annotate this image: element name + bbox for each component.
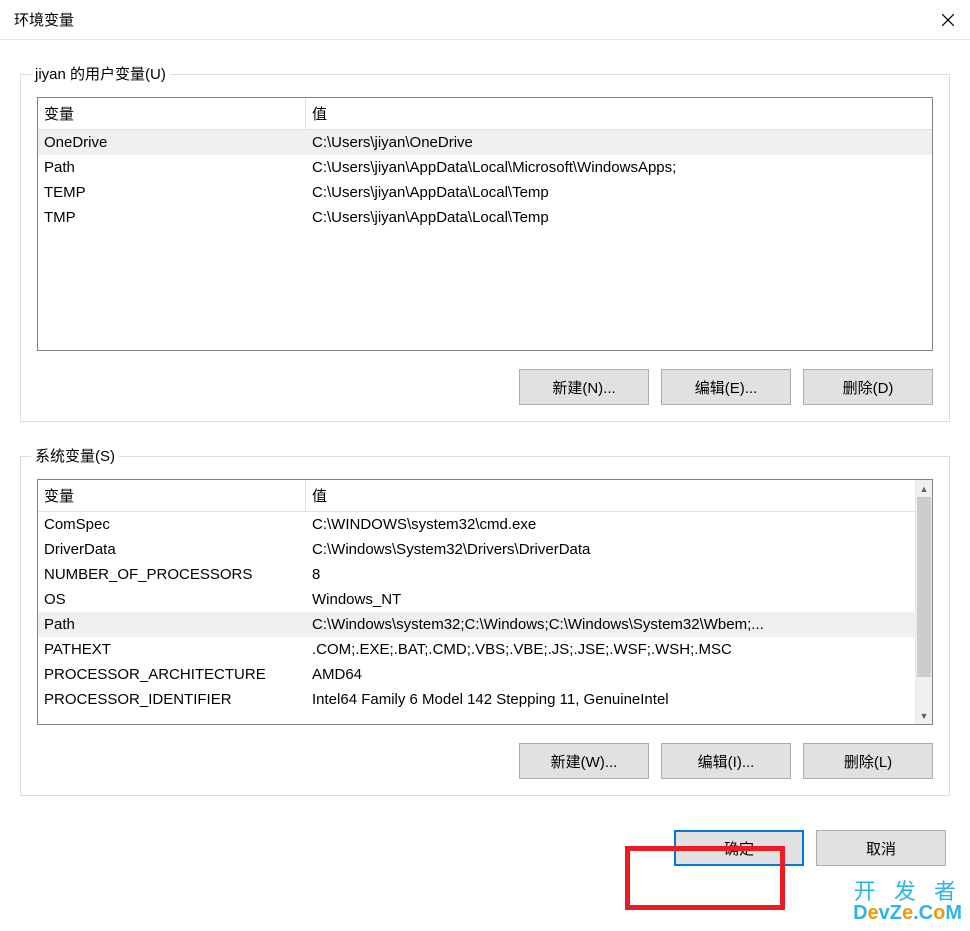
cell-variable: OS (38, 587, 306, 612)
cell-value: Windows_NT (306, 587, 915, 612)
dialog-buttons-row: 确定 取消 (20, 830, 950, 866)
scrollbar-thumb[interactable] (917, 497, 931, 677)
user-delete-button[interactable]: 删除(D) (803, 369, 933, 405)
cell-variable: TEMP (38, 180, 306, 205)
table-row[interactable]: PathC:\Users\jiyan\AppData\Local\Microso… (38, 155, 932, 180)
column-variable[interactable]: 变量 (38, 480, 306, 512)
cell-variable: PATHEXT (38, 637, 306, 662)
list-header: 变量 值 (38, 480, 932, 512)
scrollbar[interactable]: ▲ ▼ (915, 480, 932, 724)
table-row[interactable]: PROCESSOR_ARCHITECTUREAMD64 (38, 662, 915, 687)
dialog-content: jiyan 的用户变量(U) 变量 值 OneDriveC:\Users\jiy… (0, 40, 970, 886)
titlebar: 环境变量 (0, 0, 970, 40)
user-variables-group: jiyan 的用户变量(U) 变量 值 OneDriveC:\Users\jiy… (20, 74, 950, 422)
close-button[interactable] (925, 0, 970, 40)
system-variables-list[interactable]: 变量 值 ComSpecC:\WINDOWS\system32\cmd.exeD… (37, 479, 933, 725)
cell-variable: Path (38, 155, 306, 180)
cell-variable: TMP (38, 205, 306, 230)
ok-button[interactable]: 确定 (674, 830, 804, 866)
cell-value: Intel64 Family 6 Model 142 Stepping 11, … (306, 687, 915, 712)
table-row[interactable]: ComSpecC:\WINDOWS\system32\cmd.exe (38, 512, 915, 537)
list-header: 变量 值 (38, 98, 932, 130)
table-row[interactable]: OneDriveC:\Users\jiyan\OneDrive (38, 130, 932, 155)
table-row[interactable]: OSWindows_NT (38, 587, 915, 612)
system-variables-group: 系统变量(S) 变量 值 ComSpecC:\WINDOWS\system32\… (20, 456, 950, 796)
cell-variable: Path (38, 612, 306, 637)
user-buttons-row: 新建(N)... 编辑(E)... 删除(D) (37, 369, 933, 405)
cell-value: AMD64 (306, 662, 915, 687)
cancel-button[interactable]: 取消 (816, 830, 946, 866)
system-delete-button[interactable]: 删除(L) (803, 743, 933, 779)
system-new-button[interactable]: 新建(W)... (519, 743, 649, 779)
cell-value: C:\Users\jiyan\AppData\Local\Temp (306, 205, 932, 230)
cell-value: C:\Windows\System32\Drivers\DriverData (306, 537, 915, 562)
cell-value: 8 (306, 562, 915, 587)
column-variable[interactable]: 变量 (38, 98, 306, 130)
watermark: 开 发 者 DevZe.CoM (853, 881, 962, 923)
table-row[interactable]: NUMBER_OF_PROCESSORS8 (38, 562, 915, 587)
column-value[interactable]: 值 (306, 480, 932, 512)
cell-variable: OneDrive (38, 130, 306, 155)
cell-value: .COM;.EXE;.BAT;.CMD;.VBS;.VBE;.JS;.JSE;.… (306, 637, 915, 662)
cell-variable: PROCESSOR_ARCHITECTURE (38, 662, 306, 687)
user-edit-button[interactable]: 编辑(E)... (661, 369, 791, 405)
cell-value: C:\Users\jiyan\AppData\Local\Temp (306, 180, 932, 205)
column-value[interactable]: 值 (306, 98, 932, 130)
cell-variable: DriverData (38, 537, 306, 562)
table-row[interactable]: TMPC:\Users\jiyan\AppData\Local\Temp (38, 205, 932, 230)
table-row[interactable]: PathC:\Windows\system32;C:\Windows;C:\Wi… (38, 612, 915, 637)
table-row[interactable]: PATHEXT.COM;.EXE;.BAT;.CMD;.VBS;.VBE;.JS… (38, 637, 915, 662)
table-row[interactable]: DriverDataC:\Windows\System32\Drivers\Dr… (38, 537, 915, 562)
system-buttons-row: 新建(W)... 编辑(I)... 删除(L) (37, 743, 933, 779)
cell-variable: PROCESSOR_IDENTIFIER (38, 687, 306, 712)
system-variables-label: 系统变量(S) (31, 445, 119, 466)
table-row[interactable]: PROCESSOR_IDENTIFIERIntel64 Family 6 Mod… (38, 687, 915, 712)
cell-value: C:\Users\jiyan\OneDrive (306, 130, 932, 155)
cell-variable: NUMBER_OF_PROCESSORS (38, 562, 306, 587)
close-icon (942, 14, 954, 26)
system-edit-button[interactable]: 编辑(I)... (661, 743, 791, 779)
scroll-up-icon[interactable]: ▲ (916, 480, 932, 497)
cell-value: C:\WINDOWS\system32\cmd.exe (306, 512, 915, 537)
user-variables-label: jiyan 的用户变量(U) (31, 63, 170, 84)
table-row[interactable]: TEMPC:\Users\jiyan\AppData\Local\Temp (38, 180, 932, 205)
user-variables-list[interactable]: 变量 值 OneDriveC:\Users\jiyan\OneDrivePath… (37, 97, 933, 351)
window-title: 环境变量 (14, 9, 74, 30)
cell-value: C:\Users\jiyan\AppData\Local\Microsoft\W… (306, 155, 932, 180)
cell-value: C:\Windows\system32;C:\Windows;C:\Window… (306, 612, 915, 637)
scroll-down-icon[interactable]: ▼ (916, 707, 932, 724)
cell-variable: ComSpec (38, 512, 306, 537)
user-new-button[interactable]: 新建(N)... (519, 369, 649, 405)
